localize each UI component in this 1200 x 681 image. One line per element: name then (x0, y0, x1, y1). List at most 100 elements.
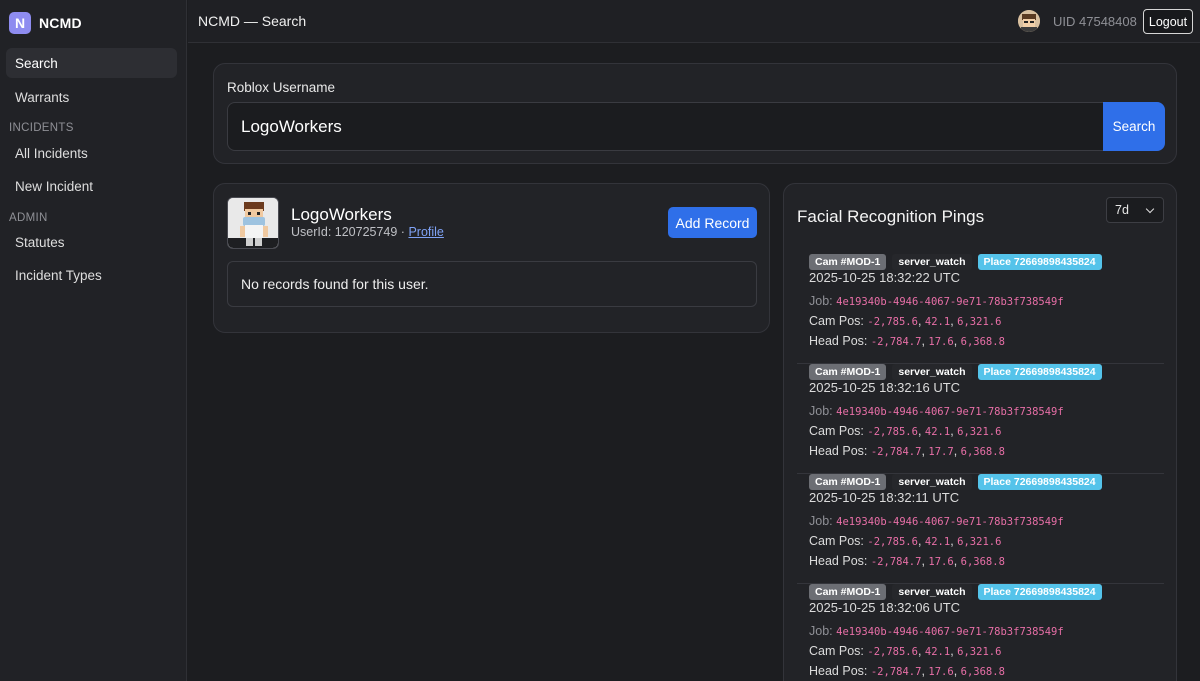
ping-cam-pos: Cam Pos: -2,785.6, 42.1, 6,321.6 (809, 424, 1002, 438)
head-pos-y: 17.6 (928, 556, 954, 568)
ping-head-pos: Head Pos: -2,784.7, 17.7, 6,368.8 (809, 444, 1005, 458)
job-id: 4e19340b-4946-4067-9e71-78b3f738549f (836, 296, 1064, 308)
source-badge: server_watch (892, 584, 972, 600)
profile-userid-text: UserId: 120725749 · (291, 225, 409, 239)
cam-pos-label: Cam Pos: (809, 314, 864, 328)
place-badge: Place 72669898435824 (977, 254, 1102, 270)
brand-logo-icon: N (9, 12, 31, 34)
head-pos-x: -2,784.7 (870, 336, 922, 348)
search-label: Roblox Username (227, 80, 336, 95)
job-id: 4e19340b-4946-4067-9e71-78b3f738549f (836, 626, 1064, 638)
ping-cam-pos: Cam Pos: -2,785.6, 42.1, 6,321.6 (809, 644, 1002, 658)
cam-pos-y: 42.1 (924, 316, 951, 328)
head-pos-z: 6,368.8 (960, 666, 1005, 678)
cam-pos-z: 6,321.6 (957, 426, 1002, 438)
head-pos-label: Head Pos: (809, 444, 868, 458)
user-avatar-large (227, 197, 279, 249)
profile-link[interactable]: Profile (408, 225, 443, 239)
head-pos-y: 17.6 (928, 336, 954, 348)
profile-username: LogoWorkers (291, 205, 392, 224)
job-label: Job: (809, 294, 833, 308)
search-button[interactable]: Search (1103, 102, 1165, 151)
brand-name: NCMD (39, 15, 82, 31)
head-pos-x: -2,784.7 (870, 446, 922, 458)
place-badge: Place 72669898435824 (977, 584, 1102, 600)
cam-pos-label: Cam Pos: (809, 424, 864, 438)
cam-badge: Cam #MOD-1 (809, 584, 887, 600)
ping-item: Cam #MOD-1 server_watch Place 7266989843… (797, 254, 1164, 364)
head-pos-z: 6,368.8 (960, 336, 1005, 348)
user-avatar[interactable] (1018, 10, 1040, 32)
head-pos-y: 17.6 (928, 666, 954, 678)
range-select[interactable]: 7d (1106, 197, 1164, 223)
cam-pos-z: 6,321.6 (957, 316, 1002, 328)
sidebar-item-statutes[interactable]: Statutes (6, 227, 177, 257)
search-card: Roblox Username Search (213, 63, 1177, 164)
add-record-button[interactable]: Add Record (668, 207, 757, 238)
sidebar-item-search[interactable]: Search (6, 48, 177, 78)
sidebar-item-new-incident[interactable]: New Incident (6, 171, 177, 201)
sidebar-section-admin: ADMIN (9, 212, 48, 224)
ping-head-pos: Head Pos: -2,784.7, 17.6, 6,368.8 (809, 554, 1005, 568)
cam-pos-z: 6,321.6 (957, 646, 1002, 658)
logout-button[interactable]: Logout (1143, 9, 1193, 34)
range-select-value: 7d (1115, 203, 1129, 217)
cam-badge: Cam #MOD-1 (809, 254, 887, 270)
job-id: 4e19340b-4946-4067-9e71-78b3f738549f (836, 516, 1064, 528)
cam-pos-label: Cam Pos: (809, 534, 864, 548)
source-badge: server_watch (892, 364, 972, 380)
head-pos-z: 6,368.8 (960, 446, 1005, 458)
brand[interactable]: N NCMD (9, 12, 82, 34)
cam-pos-y: 42.1 (924, 536, 951, 548)
page-title: NCMD — Search (198, 13, 307, 29)
cam-badge: Cam #MOD-1 (809, 364, 887, 380)
job-label: Job: (809, 514, 833, 528)
records-empty-state: No records found for this user. (227, 261, 757, 307)
head-pos-label: Head Pos: (809, 334, 868, 348)
cam-pos-y: 42.1 (924, 646, 951, 658)
ping-cam-pos: Cam Pos: -2,785.6, 42.1, 6,321.6 (809, 534, 1002, 548)
place-badge: Place 72669898435824 (977, 364, 1102, 380)
ping-time: 2025-10-25 18:32:11 UTC (809, 490, 960, 505)
head-pos-y: 17.7 (928, 446, 954, 458)
cam-pos-x: -2,785.6 (867, 316, 918, 328)
ping-job: Job: 4e19340b-4946-4067-9e71-78b3f738549… (809, 404, 1064, 418)
place-badge: Place 72669898435824 (977, 474, 1102, 490)
ping-job: Job: 4e19340b-4946-4067-9e71-78b3f738549… (809, 294, 1064, 308)
profile-card: LogoWorkers UserId: 120725749 · Profile … (213, 183, 770, 333)
avatar-icon (1018, 10, 1040, 32)
source-badge: server_watch (892, 254, 972, 270)
chevron-down-icon (1145, 204, 1155, 213)
cam-pos-label: Cam Pos: (809, 644, 864, 658)
sidebar: N NCMD Search Warrants INCIDENTS All Inc… (0, 0, 187, 681)
sidebar-item-all-incidents[interactable]: All Incidents (6, 138, 177, 168)
ping-job: Job: 4e19340b-4946-4067-9e71-78b3f738549… (809, 624, 1064, 638)
roblox-avatar-icon (228, 198, 278, 248)
ping-job: Job: 4e19340b-4946-4067-9e71-78b3f738549… (809, 514, 1064, 528)
ping-item: Cam #MOD-1 server_watch Place 7266989843… (797, 584, 1164, 681)
facial-recognition-card: Facial Recognition Pings 7d Cam #MOD-1 s… (783, 183, 1177, 681)
job-label: Job: (809, 404, 833, 418)
profile-userid: UserId: 120725749 · Profile (291, 225, 444, 239)
cam-pos-y: 42.1 (924, 426, 951, 438)
cam-badge: Cam #MOD-1 (809, 474, 887, 490)
head-pos-label: Head Pos: (809, 664, 868, 678)
ping-head-pos: Head Pos: -2,784.7, 17.6, 6,368.8 (809, 334, 1005, 348)
ping-item: Cam #MOD-1 server_watch Place 7266989843… (797, 474, 1164, 584)
ping-time: 2025-10-25 18:32:06 UTC (809, 600, 961, 615)
sidebar-item-incident-types[interactable]: Incident Types (6, 260, 177, 290)
job-label: Job: (809, 624, 833, 638)
cam-pos-x: -2,785.6 (867, 536, 918, 548)
ping-head-pos: Head Pos: -2,784.7, 17.6, 6,368.8 (809, 664, 1005, 678)
search-input[interactable] (227, 102, 1104, 151)
ping-item: Cam #MOD-1 server_watch Place 7266989843… (797, 364, 1164, 474)
head-pos-x: -2,784.7 (870, 556, 922, 568)
head-pos-z: 6,368.8 (960, 556, 1005, 568)
source-badge: server_watch (892, 474, 972, 490)
facial-title: Facial Recognition Pings (797, 207, 985, 226)
cam-pos-x: -2,785.6 (867, 646, 918, 658)
ping-time: 2025-10-25 18:32:16 UTC (809, 380, 961, 395)
cam-pos-x: -2,785.6 (867, 426, 918, 438)
sidebar-item-warrants[interactable]: Warrants (6, 82, 177, 112)
head-pos-x: -2,784.7 (870, 666, 922, 678)
